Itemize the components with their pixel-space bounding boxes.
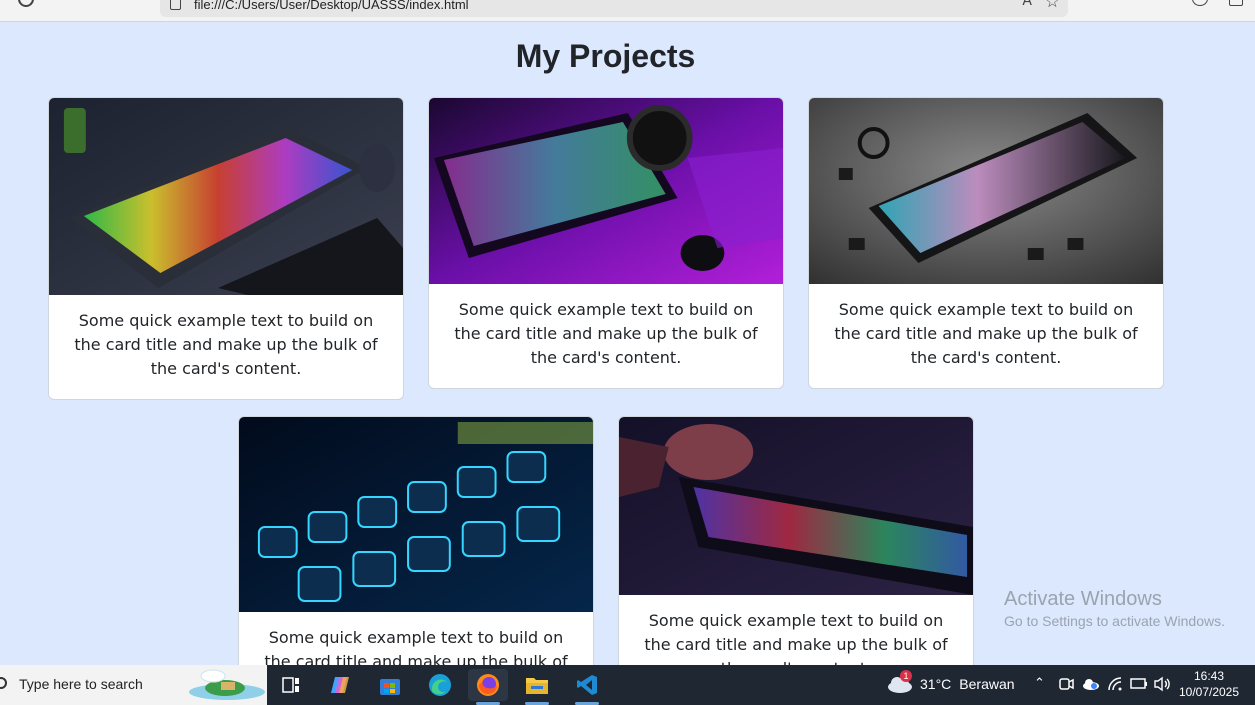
card-text: Some quick example text to build on the … — [74, 311, 378, 378]
watermark-subtitle: Go to Settings to activate Windows. — [1004, 613, 1225, 629]
weather-condition: Berawan — [959, 676, 1015, 692]
browser-toolbar: file:///C:/Users/User/Desktop/UASSS/inde… — [0, 0, 1255, 22]
file-explorer-icon[interactable] — [517, 669, 557, 705]
edge-icon[interactable] — [420, 669, 460, 701]
page-title: My Projects — [515, 38, 696, 74]
show-hidden-icons-chevron-up-icon[interactable]: ⌃ — [1034, 675, 1045, 691]
activate-windows-watermark: Activate Windows Go to Settings to activ… — [1004, 587, 1225, 631]
search-icon — [0, 677, 7, 689]
card-image-purple-keyboard — [429, 98, 783, 284]
taskbar: Type here to search 1 31°C Berawan ⌃ 16:… — [0, 665, 1255, 705]
card-image-compact-keyboard — [809, 98, 1163, 284]
project-card: Some quick example text to build on the … — [238, 416, 594, 686]
weather-badge: 1 — [900, 670, 912, 682]
extensions-icon[interactable] — [1229, 0, 1243, 6]
weather-widget[interactable]: 1 31°C Berawan — [886, 670, 1015, 694]
card-image-hand-keyboard — [619, 417, 973, 595]
battery-icon[interactable] — [1130, 678, 1148, 693]
taskbar-search-box[interactable]: Type here to search — [0, 665, 267, 705]
file-icon — [170, 0, 181, 10]
microsoft-store-icon[interactable] — [370, 669, 410, 701]
system-clock[interactable]: 16:43 10/07/2025 — [1174, 668, 1244, 700]
firefox-icon[interactable] — [468, 669, 508, 705]
project-card: Some quick example text to build on the … — [808, 97, 1164, 389]
address-bar[interactable]: file:///C:/Users/User/Desktop/UASSS/inde… — [160, 0, 1068, 17]
card-text: Some quick example text to build on the … — [454, 300, 758, 367]
wifi-icon[interactable] — [1107, 676, 1123, 695]
read-aloud-icon[interactable]: A — [1022, 0, 1032, 9]
reload-icon[interactable] — [18, 0, 34, 7]
clock-date: 10/07/2025 — [1178, 685, 1240, 699]
watermark-title: Activate Windows — [1004, 588, 1162, 610]
volume-icon[interactable] — [1153, 676, 1171, 695]
task-view-icon[interactable] — [271, 669, 311, 701]
card-image-blue-keys — [239, 417, 593, 612]
onedrive-cloud-icon[interactable] — [1082, 677, 1100, 694]
meet-now-icon[interactable] — [1058, 676, 1074, 695]
favorite-star-icon[interactable]: ☆ — [1045, 0, 1060, 12]
card-text: Some quick example text to build on the … — [834, 300, 1138, 367]
project-card: Some quick example text to build on the … — [48, 97, 404, 400]
project-card: Some quick example text to build on the … — [618, 416, 974, 686]
project-card: Some quick example text to build on the … — [428, 97, 784, 389]
card-image-rgb-keyboard — [49, 98, 403, 295]
profile-icon[interactable] — [1192, 0, 1208, 6]
temperature: 31°C — [920, 676, 952, 692]
cloud-icon: 1 — [886, 670, 914, 694]
address-url[interactable]: file:///C:/Users/User/Desktop/UASSS/inde… — [194, 0, 469, 12]
vs-code-icon[interactable] — [567, 669, 607, 705]
copilot-icon[interactable] — [321, 669, 361, 701]
search-highlight-illustration-icon — [185, 668, 265, 702]
search-placeholder[interactable]: Type here to search — [19, 676, 143, 692]
clock-time: 16:43 — [1193, 669, 1225, 683]
